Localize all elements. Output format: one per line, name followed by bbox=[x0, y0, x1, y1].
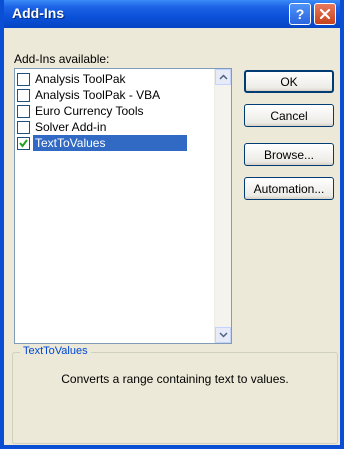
list-item-label: Euro Currency Tools bbox=[35, 104, 144, 118]
browse-button[interactable]: Browse... bbox=[244, 143, 334, 166]
list-item-analysis-toolpak[interactable]: Analysis ToolPak bbox=[17, 71, 197, 87]
help-button[interactable]: ? bbox=[289, 3, 311, 25]
title-bar[interactable]: Add-Ins ? bbox=[4, 0, 340, 28]
list-item-solver-addin[interactable]: Solver Add-in bbox=[17, 119, 197, 135]
automation-button[interactable]: Automation... bbox=[244, 177, 334, 200]
svg-text:?: ? bbox=[296, 7, 305, 21]
description-group bbox=[12, 352, 338, 444]
ok-button[interactable]: OK bbox=[244, 70, 334, 93]
checkbox[interactable] bbox=[17, 120, 30, 134]
description-title: TextToValues bbox=[20, 345, 91, 357]
chevron-up-icon bbox=[218, 74, 228, 80]
close-icon bbox=[319, 8, 331, 20]
list-item-label: Analysis ToolPak - VBA bbox=[35, 88, 161, 102]
chevron-down-icon bbox=[218, 332, 228, 338]
list-item-texttovalues[interactable]: TextToValues bbox=[17, 135, 197, 151]
scroll-down-button[interactable] bbox=[215, 327, 231, 343]
list-item-label: TextToValues bbox=[33, 135, 187, 151]
checkbox[interactable] bbox=[17, 88, 30, 102]
cancel-button[interactable]: Cancel bbox=[244, 104, 334, 127]
dialog-title: Add-Ins bbox=[12, 5, 65, 21]
list-item-label: Analysis ToolPak bbox=[35, 72, 126, 86]
list-item-euro-currency-tools[interactable]: Euro Currency Tools bbox=[17, 103, 197, 119]
addins-listbox[interactable]: Analysis ToolPak Analysis ToolPak - VBA … bbox=[14, 68, 232, 344]
close-button[interactable] bbox=[314, 3, 336, 25]
addins-available-label: Add-Ins available: bbox=[14, 52, 110, 66]
checkbox[interactable] bbox=[17, 72, 30, 86]
scroll-up-button[interactable] bbox=[215, 69, 231, 85]
list-item-label: Solver Add-in bbox=[35, 120, 107, 134]
add-ins-dialog: Add-Ins ? Add-Ins available: Analysis To… bbox=[0, 0, 344, 449]
list-item-analysis-toolpak-vba[interactable]: Analysis ToolPak - VBA bbox=[17, 87, 197, 103]
checkbox[interactable] bbox=[17, 104, 30, 118]
description-text: Converts a range containing text to valu… bbox=[61, 372, 289, 386]
checkbox-checked[interactable] bbox=[17, 136, 30, 150]
checkmark-icon bbox=[19, 138, 28, 148]
vertical-scrollbar[interactable] bbox=[214, 69, 231, 343]
question-icon: ? bbox=[296, 7, 305, 21]
